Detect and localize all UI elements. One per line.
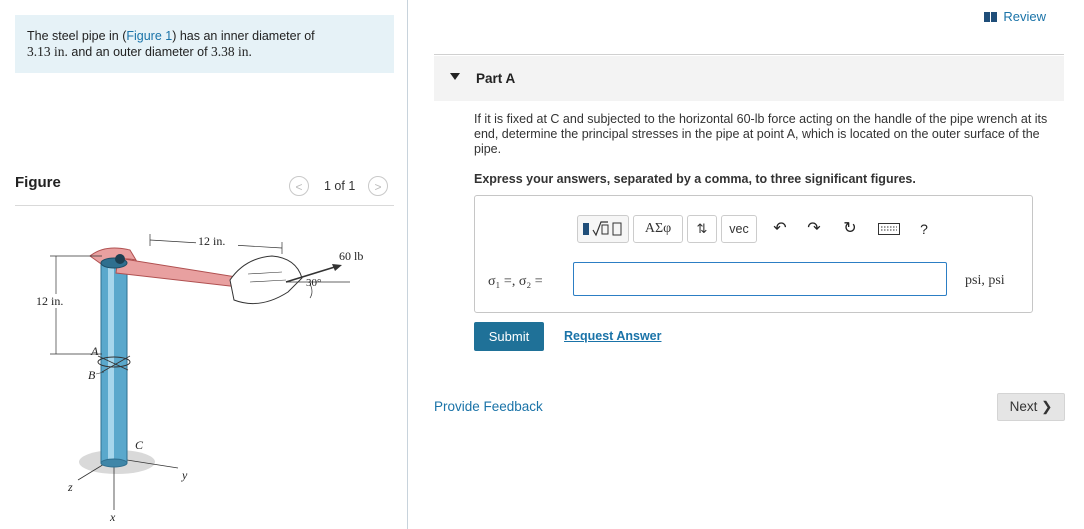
answer-label: σ₁ =, σ₂ = [488,274,543,289]
answer-input[interactable] [573,262,947,296]
wrench-screw [115,254,125,264]
figure-title: Figure [15,174,61,191]
help-icon[interactable]: ? [913,219,935,239]
redo-icon[interactable]: ↷ [803,219,825,239]
vec-button[interactable]: vec [721,215,757,243]
provide-feedback-link[interactable]: Provide Feedback [434,399,543,414]
templates-icon [583,221,622,237]
submit-button[interactable]: Submit [474,322,544,351]
book-icon [984,12,998,22]
greek-icon: ΑΣφ [644,221,672,236]
pipe-wrench-figure: 12 in. 60 lb 30° 12 in. A B C x y z [34,234,363,523]
arrows-icon: ⇅ [696,221,708,236]
templates-button[interactable] [577,215,629,243]
chevron-right-icon: > [374,180,382,194]
greek-button[interactable]: ΑΣφ [633,215,683,243]
point-b-label: B [88,368,96,382]
review-label: Review [1003,9,1046,24]
problem-text-part: and an outer diameter of [67,45,212,59]
problem-statement: The steel pipe in (Figure 1) has an inne… [15,15,394,73]
undo-icon[interactable]: ↶ [769,219,791,239]
figure-count: 1 of 1 [324,179,356,193]
header-divider [434,54,1064,55]
answer-units: psi, psi [965,273,1005,288]
axis-z-label: z [67,480,73,494]
problem-text: The steel pipe in (Figure 1) has an inne… [27,29,387,60]
force-arrow-head [332,264,342,271]
triangle-down-icon [450,73,460,80]
inner-diameter-value: 3.13 in. [27,44,68,59]
instruction-text: Express your answers, separated by a com… [474,172,916,186]
keyboard-icon[interactable] [875,219,903,239]
dimension-label-left: 12 in. [36,294,63,308]
problem-text-part: ) has an inner diameter of [172,29,315,43]
point-a-label: A [90,344,99,358]
angle-label: 30° [306,277,321,289]
pipe-base [100,458,128,468]
next-label: Next [1009,399,1038,414]
force-label: 60 lb [339,249,363,263]
right-panel: Review Part A If it is fixed at C and su… [408,0,1084,529]
review-link[interactable]: Review [984,9,1046,24]
part-a-header[interactable]: Part A [434,56,1064,101]
axis-y-label: y [181,468,188,482]
arrows-button[interactable]: ⇅ [687,215,717,243]
problem-text-part: The steel pipe in ( [27,29,127,43]
figure-prev-button[interactable]: < [289,176,309,196]
outer-diameter-value: 3.38 in. [211,44,252,59]
figure-divider [15,205,394,206]
vec-icon: vec [729,222,749,236]
chevron-left-icon: < [295,180,303,194]
figure-next-button[interactable]: > [368,176,388,196]
left-panel: The steel pipe in (Figure 1) has an inne… [0,0,408,529]
request-answer-link[interactable]: Request Answer [564,329,661,343]
figure-navigation: < 1 of 1 > [289,176,394,196]
answer-box: ΑΣφ ⇅ vec ↶ ↷ ↻ ? σ₁ =, σ₂ = psi, psi [474,195,1033,313]
question-text: If it is fixed at C and subjected to the… [474,112,1048,156]
part-a-label: Part A [476,71,516,86]
point-c-label: C [135,438,144,452]
chevron-right-icon: ❯ [1041,399,1053,414]
axis-x-label: x [109,510,116,523]
figure-link[interactable]: Figure 1 [126,29,172,43]
dimension-label-top: 12 in. [198,234,225,248]
reset-icon[interactable]: ↻ [839,219,861,239]
next-button[interactable]: Next ❯ [997,393,1065,421]
